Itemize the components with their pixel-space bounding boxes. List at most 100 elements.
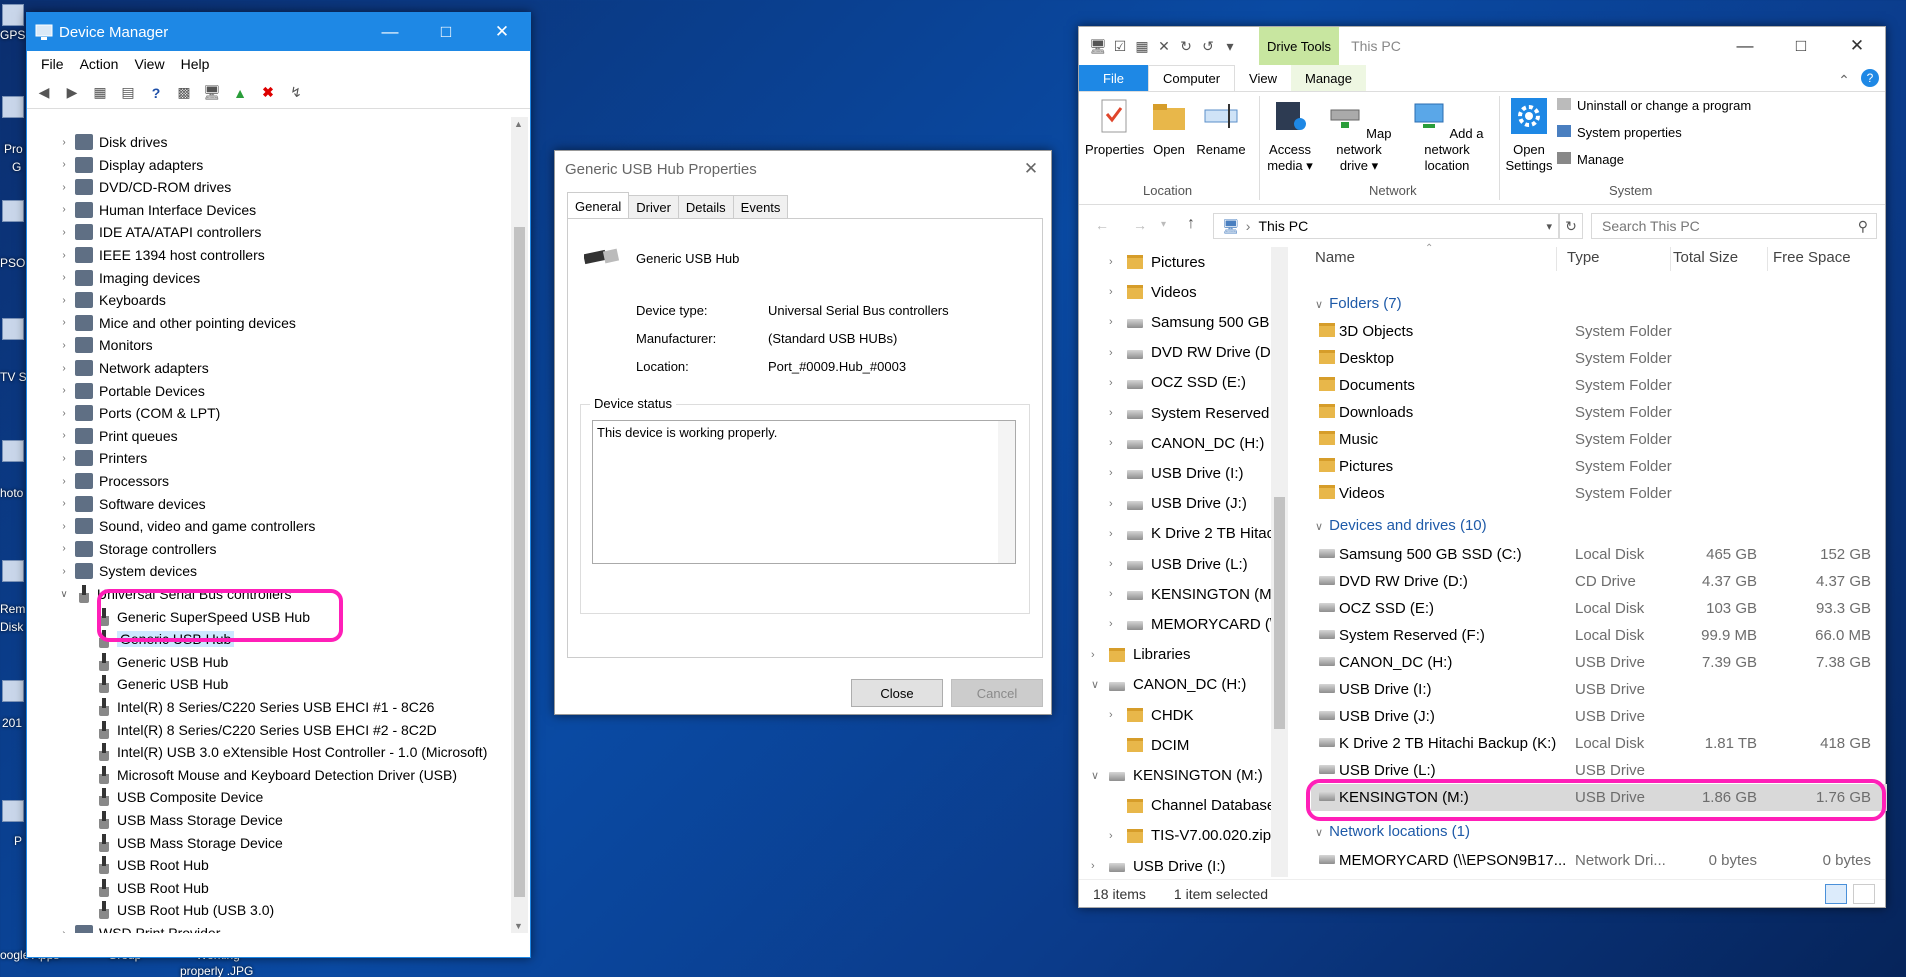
device-manager-titlebar[interactable]: Device Manager — □ ✕ (27, 13, 530, 51)
customize-toolbar-icon[interactable]: ▾ (1219, 35, 1241, 57)
cancel-button[interactable]: Cancel (951, 679, 1043, 707)
system-properties-button[interactable]: System properties (1557, 125, 1682, 141)
usb-device-item[interactable]: Intel(R) 8 Series/C220 Series USB EHCI #… (91, 719, 437, 741)
chevron-down-icon[interactable]: ▾ (1546, 220, 1552, 233)
nav-item[interactable]: ∨ KENSINGTON (M:) (1091, 760, 1263, 790)
chevron-right-icon[interactable]: › (1109, 407, 1127, 419)
file-list-item[interactable]: Downloads System Folder (1311, 399, 1887, 426)
tree-category[interactable]: › IDE ATA/ATAPI controllers (57, 221, 261, 243)
chevron-right-icon[interactable]: › (57, 204, 71, 215)
chevron-right-icon[interactable]: › (57, 317, 71, 328)
help-icon[interactable]: ? (145, 82, 167, 104)
back-arrow-icon[interactable]: ← (1095, 217, 1109, 233)
close-button[interactable]: ✕ (1829, 27, 1885, 65)
chevron-right-icon[interactable]: › (57, 566, 71, 577)
file-list-item[interactable]: USB Drive (J:) USB Drive (1311, 703, 1887, 730)
menu-file[interactable]: File (33, 56, 72, 72)
nav-item[interactable]: › USB Drive (I:) (1091, 851, 1226, 877)
chevron-right-icon[interactable]: › (1109, 316, 1127, 328)
chevron-right-icon[interactable]: › (1109, 528, 1127, 540)
usb-device-item[interactable]: USB Root Hub (91, 854, 209, 876)
group-header[interactable]: ∨ Folders (7) (1315, 295, 1402, 312)
tree-category[interactable]: › Ports (COM & LPT) (57, 402, 220, 424)
nav-item[interactable]: › USB Drive (J:) (1109, 489, 1247, 519)
tree-category[interactable]: › Imaging devices (57, 267, 200, 289)
forward-arrow-icon[interactable]: → (1133, 217, 1147, 233)
tree-category[interactable]: › Processors (57, 470, 169, 492)
usb-device-item[interactable]: Generic USB Hub (91, 673, 228, 695)
chevron-right-icon[interactable]: › (1109, 286, 1127, 298)
desktop-shortcut-icon[interactable] (2, 440, 24, 462)
chevron-right-icon[interactable]: › (57, 159, 71, 170)
group-header[interactable]: ∨ Network locations (1) (1315, 823, 1470, 840)
chevron-down-icon[interactable]: ∨ (1091, 769, 1109, 782)
scan-hardware-icon[interactable]: 🖥 (201, 82, 223, 104)
delete-icon[interactable]: ✕ (1153, 35, 1175, 57)
menu-action[interactable]: Action (72, 56, 127, 72)
vertical-scrollbar[interactable]: ▲ ▼ (511, 117, 528, 933)
chevron-right-icon[interactable]: › (57, 543, 71, 554)
new-folder-icon[interactable]: ▦ (1131, 35, 1153, 57)
file-list-item[interactable]: Documents System Folder (1311, 372, 1887, 399)
tree-category[interactable]: › IEEE 1394 host controllers (57, 244, 265, 266)
add-network-location-button[interactable]: Add a network location (1401, 98, 1493, 174)
chevron-right-icon[interactable]: › (57, 182, 71, 193)
forward-arrow-icon[interactable]: ▶ (61, 82, 83, 104)
nav-item[interactable]: › CANON_DC (H:) (1109, 428, 1264, 458)
tab-file[interactable]: File (1079, 65, 1148, 91)
desktop-shortcut-icon[interactable] (2, 96, 24, 118)
maximize-button[interactable]: □ (1773, 27, 1829, 65)
chevron-right-icon[interactable]: › (57, 521, 71, 532)
device-status-textbox[interactable]: This device is working properly. (592, 420, 1016, 564)
file-list-item[interactable]: CANON_DC (H:) USB Drive 7.39 GB 7.38 GB (1311, 649, 1887, 676)
scroll-up-icon[interactable]: ▲ (514, 119, 523, 129)
desktop-shortcut-icon[interactable] (2, 200, 24, 222)
chevron-right-icon[interactable]: › (1109, 558, 1127, 570)
details-view-icon[interactable] (1825, 883, 1847, 904)
large-icons-view-icon[interactable] (1853, 883, 1875, 904)
chevron-right-icon[interactable]: › (57, 476, 71, 487)
usb-device-item[interactable]: Intel(R) 8 Series/C220 Series USB EHCI #… (91, 696, 434, 718)
file-list-item[interactable]: DVD RW Drive (D:) CD Drive 4.37 GB 4.37 GB (1311, 568, 1887, 595)
nav-item[interactable]: › MEMORYCARD (\ (1109, 609, 1271, 639)
file-list-item[interactable]: OCZ SSD (E:) Local Disk 103 GB 93.3 GB (1311, 595, 1887, 622)
chevron-right-icon[interactable]: › (57, 363, 71, 374)
usb-device-item[interactable]: Microsoft Mouse and Keyboard Detection D… (91, 764, 457, 786)
tree-category[interactable]: › Network adapters (57, 357, 209, 379)
file-list-item[interactable]: K Drive 2 TB Hitachi Backup (K:) Local Di… (1311, 730, 1887, 757)
nav-item[interactable]: › K Drive 2 TB Hitac (1109, 519, 1271, 549)
tree-category[interactable]: › WSD Print Provider (57, 922, 220, 933)
tab-view[interactable]: View (1235, 65, 1291, 91)
chevron-right-icon[interactable]: › (57, 408, 71, 419)
file-list-item[interactable]: Desktop System Folder (1311, 345, 1887, 372)
chevron-right-icon[interactable]: › (57, 250, 71, 261)
nav-item[interactable]: Channel Database (1109, 791, 1271, 821)
close-icon[interactable]: ✕ (1011, 150, 1051, 188)
column-header-name[interactable]: Name (1315, 249, 1355, 266)
details-view-icon[interactable]: ▩ (173, 82, 195, 104)
quick-access-properties-icon[interactable]: ☑ (1109, 35, 1131, 57)
chevron-right-icon[interactable]: › (57, 295, 71, 306)
properties-button[interactable]: Properties (1085, 98, 1144, 158)
access-media-button[interactable]: Access media ▾ (1263, 98, 1317, 174)
nav-item[interactable]: › TIS-V7.00.020.zip (1109, 821, 1271, 851)
file-list-item[interactable]: System Reserved (F:) Local Disk 99.9 MB 66.… (1311, 622, 1887, 649)
menu-view[interactable]: View (126, 56, 172, 72)
chevron-right-icon[interactable]: › (1109, 618, 1127, 630)
close-button[interactable]: ✕ (474, 13, 530, 51)
chevron-right-icon[interactable]: › (1091, 860, 1109, 872)
chevron-right-icon[interactable]: › (57, 385, 71, 396)
update-driver-icon[interactable]: ▲ (229, 82, 251, 104)
chevron-right-icon[interactable]: › (57, 340, 71, 351)
tree-category[interactable]: › Software devices (57, 493, 206, 515)
chevron-right-icon[interactable]: › (1109, 498, 1127, 510)
uninstall-device-icon[interactable]: ✖ (257, 82, 279, 104)
usb-device-item[interactable]: USB Mass Storage Device (91, 809, 283, 831)
column-header-type[interactable]: Type (1567, 249, 1600, 266)
chevron-right-icon[interactable]: › (1109, 347, 1127, 359)
nav-scrollbar[interactable] (1271, 247, 1288, 877)
desktop-shortcut-icon[interactable] (2, 800, 24, 822)
tree-category[interactable]: › Mice and other pointing devices (57, 312, 296, 334)
redo-icon[interactable]: ↻ (1175, 35, 1197, 57)
up-arrow-icon[interactable]: ↑ (1187, 215, 1195, 233)
